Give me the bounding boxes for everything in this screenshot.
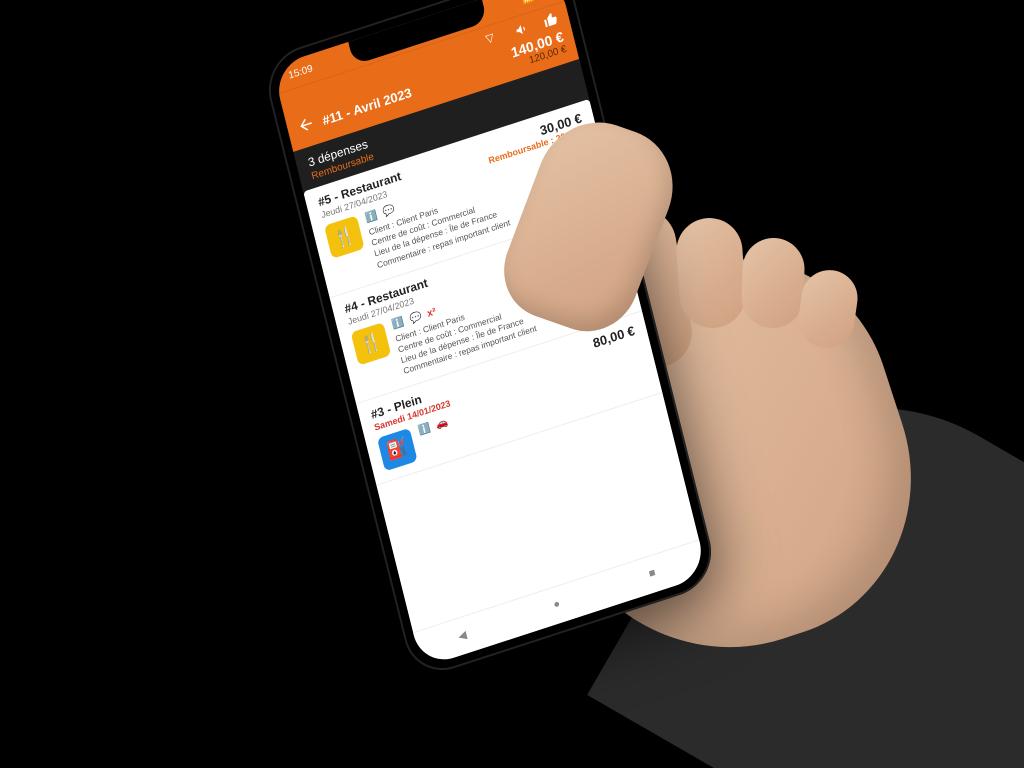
wifi-icon: 📶: [520, 0, 535, 5]
status-time: 15:09: [287, 63, 314, 81]
comment-icon: 💬: [408, 310, 423, 326]
info-icon: ℹ️: [391, 315, 406, 331]
info-icon: ℹ️: [417, 421, 432, 437]
x2-icon: x²: [426, 305, 438, 320]
info-icon: ℹ️: [364, 209, 379, 225]
nav-back-button[interactable]: ◀: [457, 626, 474, 644]
announce-icon[interactable]: [513, 19, 532, 39]
restaurant-icon: 🍴: [351, 322, 392, 366]
phone-frame: 15:09 📶 ▮▮ ▽: [260, 0, 720, 681]
comment-icon: 💬: [382, 204, 397, 220]
fuel-icon: ⛽: [377, 428, 418, 472]
back-button[interactable]: [295, 113, 317, 139]
car-icon: 🚗: [435, 416, 450, 432]
filter-icon[interactable]: ▽: [484, 28, 503, 48]
nav-recent-button[interactable]: ■: [648, 564, 665, 582]
thumbs-up-icon[interactable]: [541, 10, 560, 30]
nav-home-button[interactable]: ●: [552, 595, 569, 613]
phone-screen: 15:09 📶 ▮▮ ▽: [272, 0, 708, 668]
restaurant-icon: 🍴: [324, 216, 365, 260]
